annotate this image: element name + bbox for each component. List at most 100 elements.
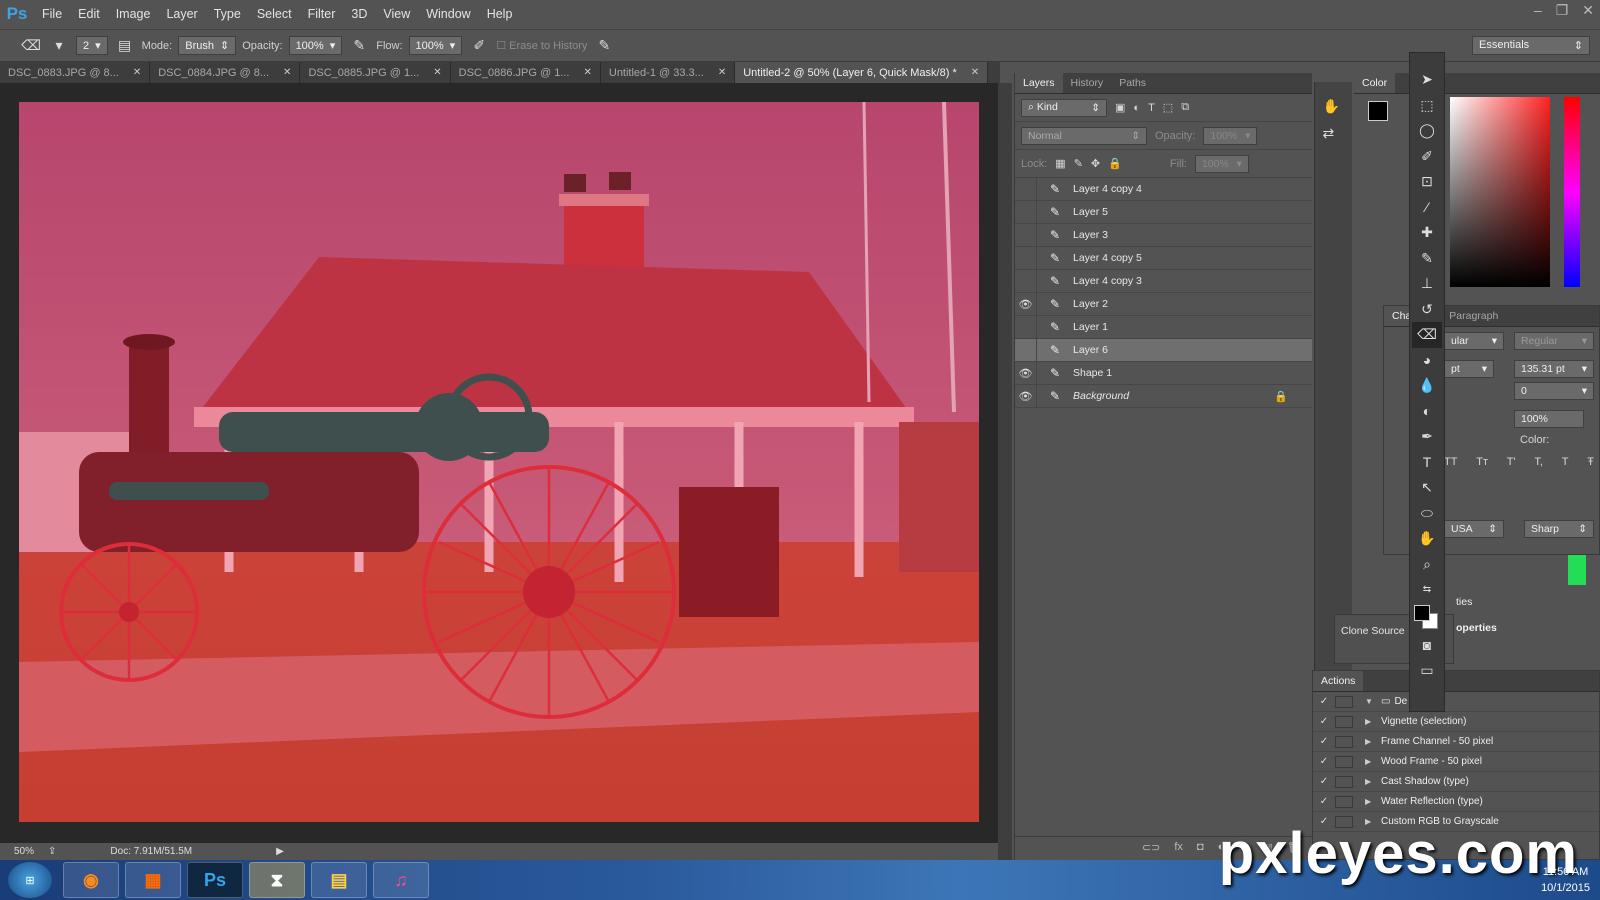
- superscript-button[interactable]: T': [1507, 456, 1516, 468]
- visibility-toggle[interactable]: [1015, 246, 1037, 270]
- blender-icon[interactable]: ⧗: [249, 862, 305, 898]
- close-tab-icon[interactable]: ✕: [971, 67, 979, 78]
- brush-presets-icon[interactable]: ✋: [1323, 98, 1345, 115]
- color-field[interactable]: [1450, 97, 1550, 287]
- erase-to-history-checkbox[interactable]: ☐ Erase to History: [496, 39, 587, 52]
- checkmark-icon[interactable]: ✓: [1313, 696, 1335, 707]
- brush-tool-icon[interactable]: ✎: [1412, 246, 1442, 272]
- menu-item-file[interactable]: File: [34, 7, 70, 21]
- layer-row[interactable]: 👁 ✎ Background 🔒: [1015, 384, 1312, 408]
- pressure-opacity-icon[interactable]: ✎: [348, 35, 370, 57]
- action-row[interactable]: ✓ ▶ Water Reflection (type): [1313, 792, 1599, 812]
- properties-tab[interactable]: ties: [1456, 596, 1472, 608]
- crop-tool-icon[interactable]: ⊡: [1412, 169, 1442, 195]
- adjustment-filter-icon[interactable]: ◐: [1133, 102, 1140, 114]
- layer-opacity-field[interactable]: 100% ▾: [1203, 126, 1258, 145]
- eraser-tool-icon[interactable]: ⌫: [1412, 322, 1442, 348]
- marquee-tool-icon[interactable]: ⬚: [1412, 93, 1442, 119]
- pixel-filter-icon[interactable]: ▣: [1115, 101, 1125, 114]
- history-brush-tool-icon[interactable]: ↺: [1412, 297, 1442, 323]
- status-menu-arrow-icon[interactable]: ▶: [276, 846, 284, 857]
- tool-foreground-swatch[interactable]: [1414, 604, 1430, 621]
- visibility-toggle[interactable]: [1015, 269, 1037, 293]
- pressure-size-icon[interactable]: ✎: [593, 35, 615, 57]
- foreground-swatch[interactable]: [1368, 101, 1388, 121]
- restore-button[interactable]: ❐: [1556, 2, 1569, 19]
- eye-icon[interactable]: 👁: [1015, 361, 1037, 385]
- brush-size-picker[interactable]: 2 ▾: [76, 36, 108, 55]
- tab-actions[interactable]: Actions: [1313, 671, 1364, 691]
- add-mask-icon[interactable]: ◘: [1197, 841, 1204, 856]
- action-row[interactable]: ✓ ▶ Cast Shadow (type): [1313, 772, 1599, 792]
- visibility-toggle[interactable]: [1015, 223, 1037, 247]
- font-style-select[interactable]: ular ▾: [1444, 332, 1504, 350]
- visibility-toggle[interactable]: [1015, 200, 1037, 224]
- tab-paths[interactable]: Paths: [1111, 73, 1154, 93]
- eraser-icon[interactable]: ⌫: [20, 35, 42, 57]
- eyedropper-tool-icon[interactable]: ⁄: [1412, 195, 1442, 221]
- visibility-toggle[interactable]: [1015, 177, 1037, 201]
- dialog-toggle[interactable]: [1335, 755, 1353, 768]
- dodge-tool-icon[interactable]: ◐: [1412, 399, 1442, 425]
- layer-row[interactable]: ✎ Layer 1: [1015, 315, 1312, 339]
- blend-mode-select[interactable]: Normal ⇕: [1021, 126, 1147, 145]
- layer-row[interactable]: ✎ Layer 4 copy 4: [1015, 177, 1312, 201]
- fx-icon[interactable]: fx: [1174, 841, 1183, 856]
- layer-row[interactable]: ✎ Layer 5: [1015, 200, 1312, 224]
- layer-row[interactable]: 👁 ✎ Layer 2: [1015, 292, 1312, 316]
- disclosure-triangle-open-icon[interactable]: ▼: [1365, 697, 1381, 706]
- tab-layers[interactable]: Layers: [1015, 73, 1063, 93]
- close-button[interactable]: ✕: [1582, 2, 1594, 19]
- menu-item-filter[interactable]: Filter: [300, 7, 344, 21]
- subscript-button[interactable]: T,: [1534, 456, 1543, 468]
- leading-field[interactable]: 135.31 pt ▾: [1514, 360, 1594, 378]
- clone-stamp-tool-icon[interactable]: ⊥: [1412, 271, 1442, 297]
- minimize-button[interactable]: –: [1534, 2, 1542, 19]
- smart-object-filter-icon[interactable]: ⧉: [1181, 101, 1189, 114]
- flow-field[interactable]: 100% ▾: [408, 36, 463, 55]
- swap-colors-icon[interactable]: ⇆: [1412, 577, 1442, 603]
- menu-item-view[interactable]: View: [375, 7, 418, 21]
- opacity-field[interactable]: 100% ▾: [288, 36, 343, 55]
- font-size-field[interactable]: pt ▾: [1444, 360, 1494, 378]
- small-caps-button[interactable]: Tт: [1476, 456, 1488, 468]
- menu-item-help[interactable]: Help: [479, 7, 521, 21]
- lock-position-icon[interactable]: ✥: [1091, 157, 1100, 170]
- canvas-area[interactable]: [0, 83, 1000, 843]
- tracking-field[interactable]: 0 ▾: [1514, 382, 1594, 400]
- firefox-icon[interactable]: ◉: [63, 862, 119, 898]
- close-tab-icon[interactable]: ✕: [718, 67, 726, 78]
- eye-icon[interactable]: 👁: [1015, 292, 1037, 316]
- language-select[interactable]: USA ⇕: [1444, 520, 1504, 538]
- type-tool-icon[interactable]: T: [1412, 450, 1442, 476]
- layer-row[interactable]: ✎ Layer 4 copy 5: [1015, 246, 1312, 270]
- close-tab-icon[interactable]: ✕: [133, 67, 141, 78]
- quick-selection-tool-icon[interactable]: ✐: [1412, 144, 1442, 170]
- layer-row[interactable]: ✎ Layer 4 copy 3: [1015, 269, 1312, 293]
- horizontal-scale-field[interactable]: 100%: [1514, 410, 1584, 428]
- layer-row[interactable]: ✎ Layer 3: [1015, 223, 1312, 247]
- type-filter-icon[interactable]: T: [1148, 102, 1155, 114]
- itunes-icon[interactable]: ♫: [373, 862, 429, 898]
- action-row[interactable]: ✓▼▭ De ions: [1313, 692, 1599, 712]
- link-layers-icon[interactable]: ⊂⊃: [1142, 841, 1160, 856]
- document-canvas[interactable]: [19, 102, 979, 822]
- blur-tool-icon[interactable]: 💧: [1412, 373, 1442, 399]
- menu-item-image[interactable]: Image: [108, 7, 159, 21]
- document-tab[interactable]: DSC_0886.JPG @ 1... ✕: [451, 62, 601, 83]
- antialias-select[interactable]: Sharp ⇕: [1524, 520, 1594, 538]
- menu-item-layer[interactable]: Layer: [158, 7, 205, 21]
- dialog-toggle[interactable]: [1335, 795, 1353, 808]
- checkmark-icon[interactable]: ✓: [1313, 736, 1335, 747]
- visibility-toggle[interactable]: [1015, 315, 1037, 339]
- share-icon[interactable]: ⇪: [48, 846, 56, 857]
- action-row[interactable]: ✓ ▶ Frame Channel - 50 pixel: [1313, 732, 1599, 752]
- menu-item-window[interactable]: Window: [418, 7, 478, 21]
- menu-item-3d[interactable]: 3D: [343, 7, 375, 21]
- start-button[interactable]: ⊞: [8, 862, 52, 898]
- hand-tool-icon[interactable]: ✋: [1412, 526, 1442, 552]
- document-tab[interactable]: DSC_0885.JPG @ 1... ✕: [300, 62, 451, 83]
- mode-select[interactable]: Brush ⇕: [178, 36, 237, 55]
- pen-tool-icon[interactable]: ✒: [1412, 424, 1442, 450]
- lock-all-icon[interactable]: 🔒: [1108, 157, 1122, 170]
